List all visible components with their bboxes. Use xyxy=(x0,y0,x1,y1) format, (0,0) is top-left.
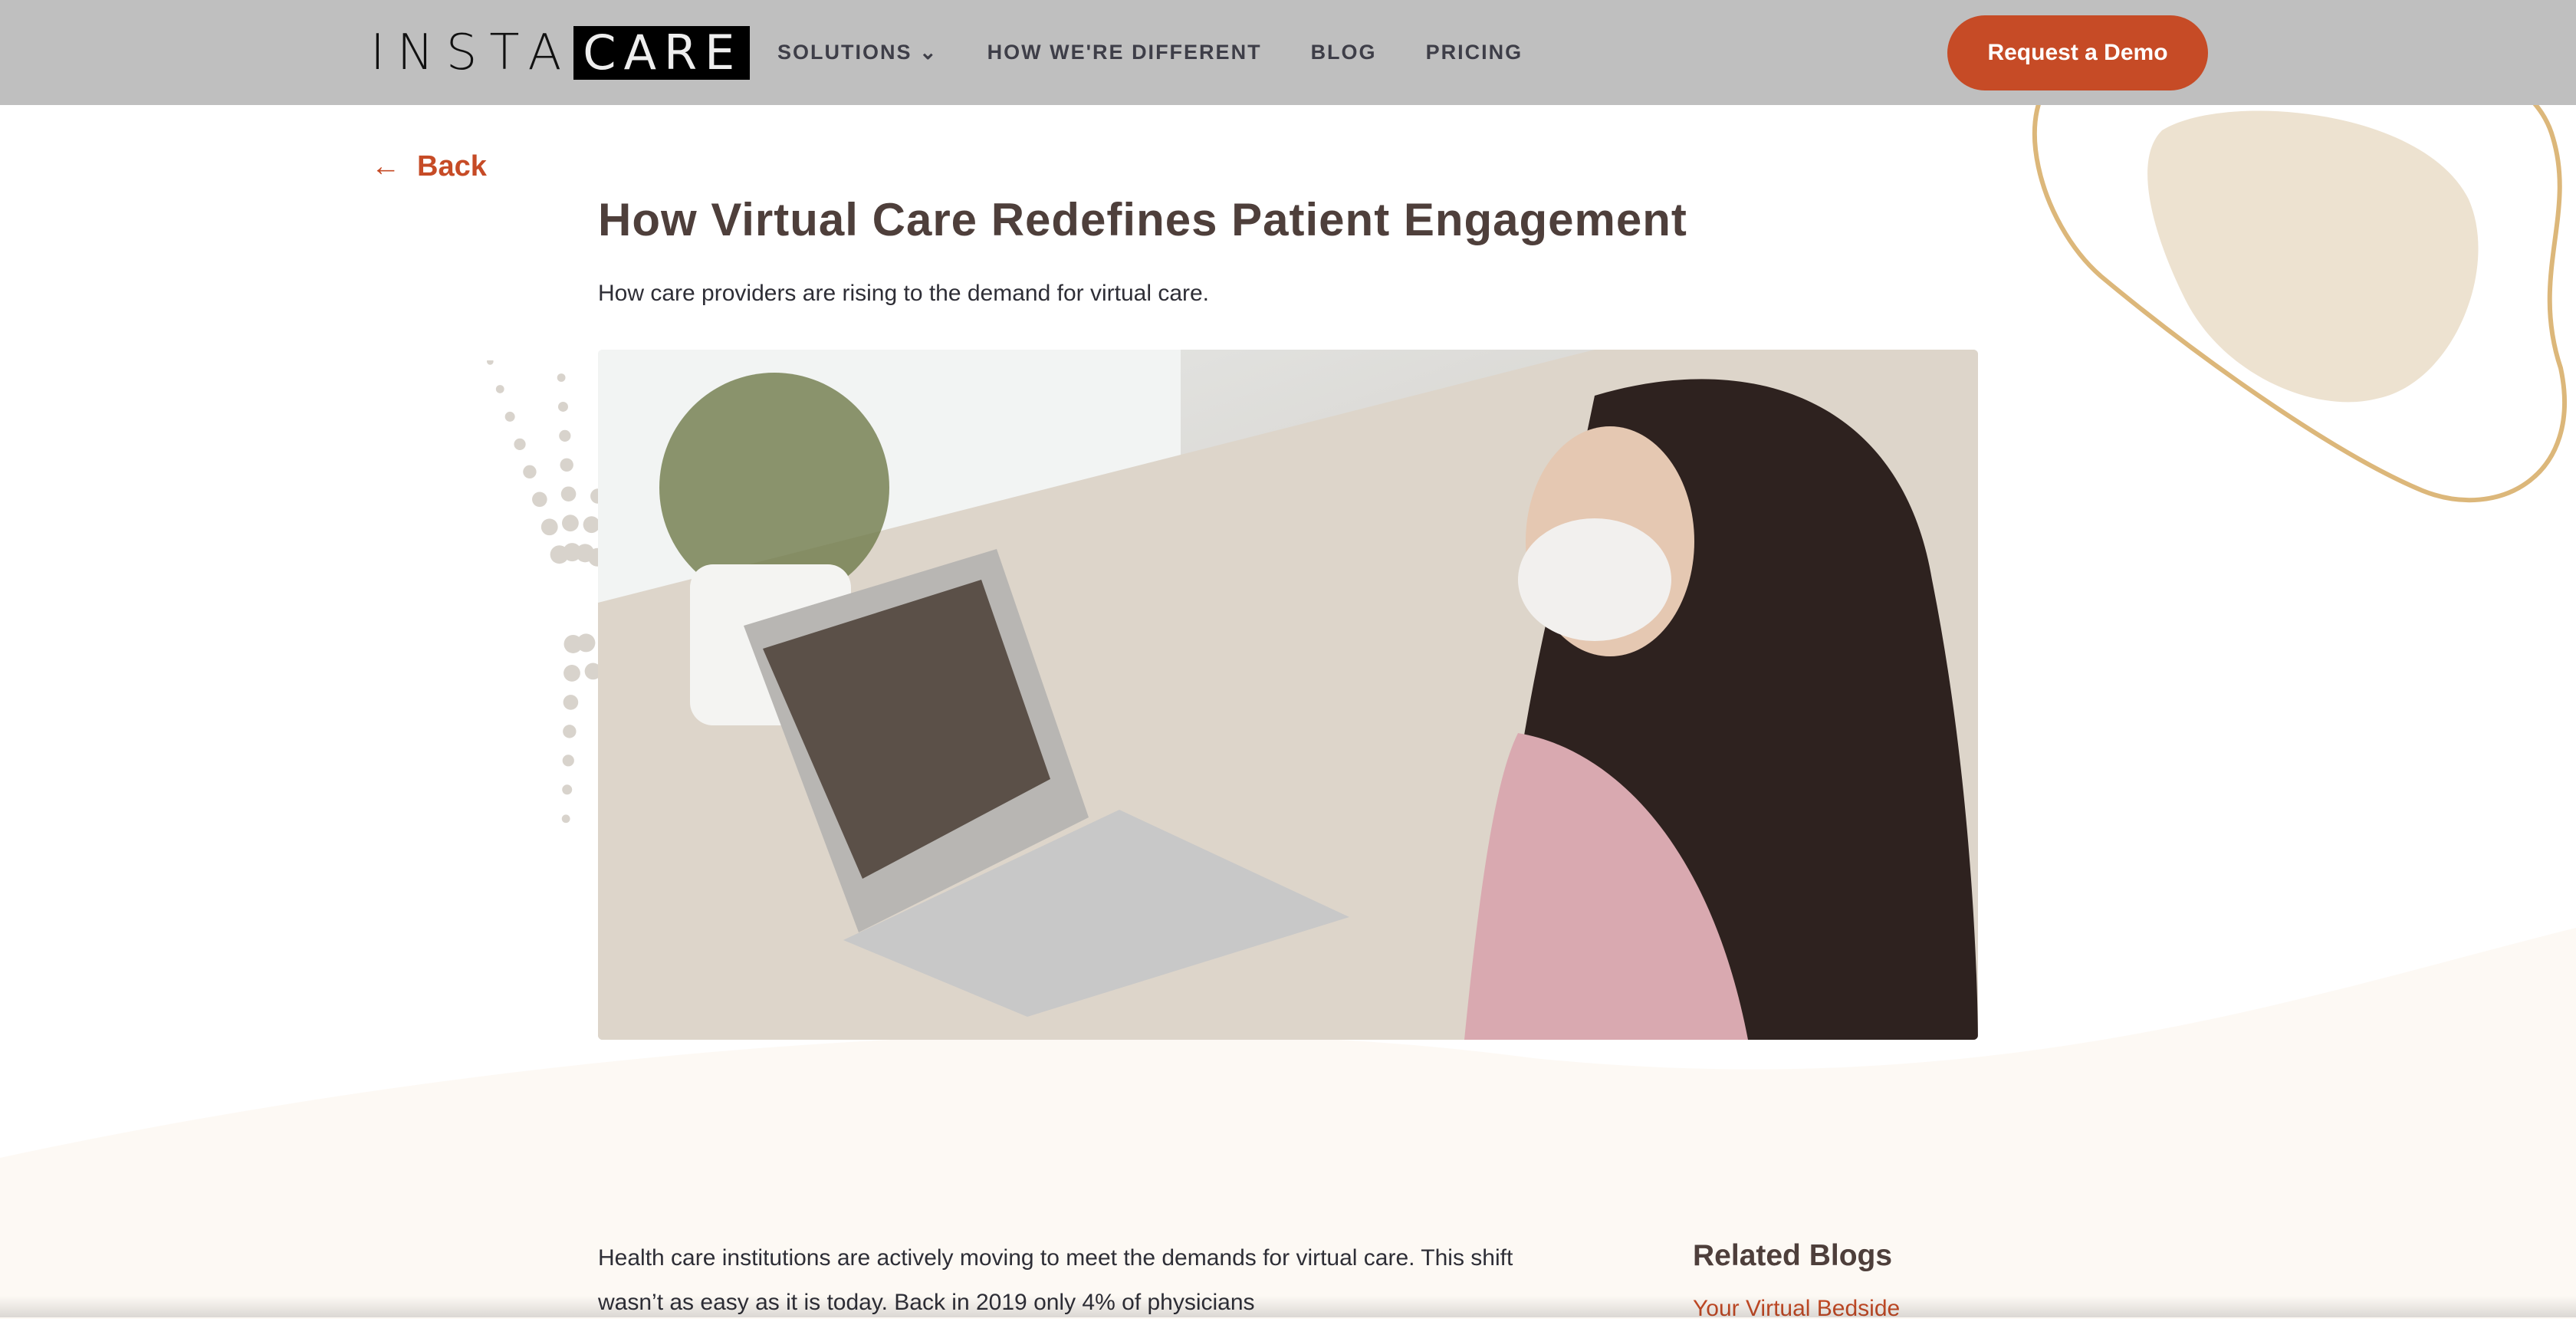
dot xyxy=(563,725,577,738)
dot xyxy=(564,665,580,682)
dot xyxy=(523,465,537,479)
decorative-blob xyxy=(2032,46,2567,503)
nav-blog[interactable]: BLOG xyxy=(1311,38,1377,66)
page-title: How Virtual Care Redefines Patient Engag… xyxy=(598,194,1687,245)
dot xyxy=(562,755,574,767)
nav-solutions[interactable]: SOLUTIONS ⌄ xyxy=(777,38,938,66)
dot xyxy=(560,486,577,502)
dot xyxy=(514,438,526,450)
dot xyxy=(562,784,573,795)
dot xyxy=(561,814,570,824)
nav-pricing[interactable]: PRICING xyxy=(1426,38,1523,66)
back-link[interactable]: ← Back xyxy=(371,150,487,183)
dot xyxy=(557,401,568,412)
dot xyxy=(562,515,579,532)
dot xyxy=(487,360,494,365)
dot xyxy=(564,634,583,653)
instacare-logo[interactable]: INSTA CARE xyxy=(370,26,751,80)
page-subtitle: How care providers are rising to the dem… xyxy=(598,281,1210,306)
bottom-shadow xyxy=(0,1296,2576,1317)
dot xyxy=(532,492,547,508)
dot xyxy=(560,458,573,472)
related-blogs-heading: Related Blogs xyxy=(1693,1239,1893,1272)
dot xyxy=(563,695,579,710)
dot xyxy=(504,411,515,422)
dot xyxy=(540,518,558,536)
dot xyxy=(495,385,504,393)
hero-image-virtual-consultation xyxy=(598,350,1978,1040)
decorative-dot-pattern xyxy=(487,360,606,824)
chevron-down-icon: ⌄ xyxy=(919,41,938,64)
arrow-left-icon: ← xyxy=(371,150,400,182)
dot xyxy=(559,429,571,442)
nav-how-were-different[interactable]: HOW WE'RE DIFFERENT xyxy=(987,38,1262,66)
dot xyxy=(557,373,566,382)
request-demo-button[interactable]: Request a Demo xyxy=(1947,15,2208,90)
